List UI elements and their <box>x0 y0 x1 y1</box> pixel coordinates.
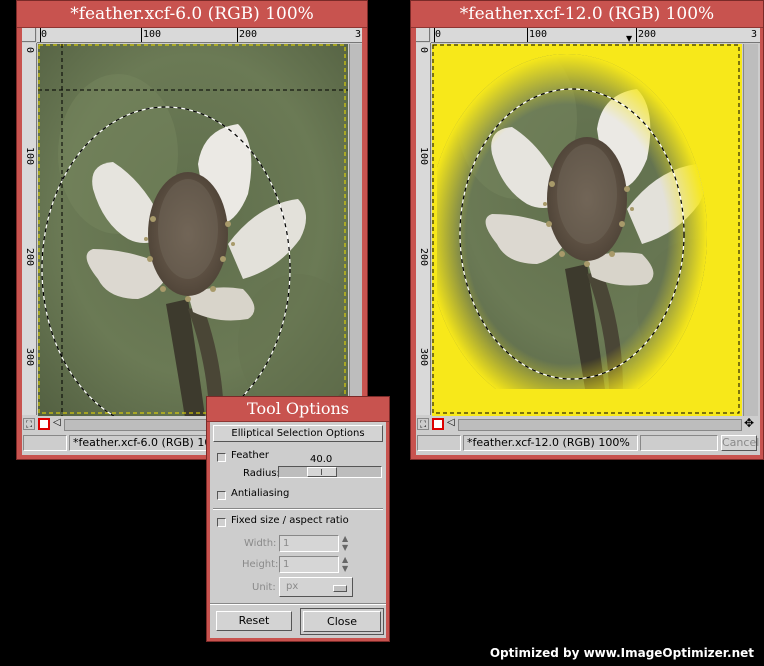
reset-button[interactable]: Reset <box>216 611 292 631</box>
image-canvas[interactable] <box>38 44 348 416</box>
unit-select[interactable]: px <box>279 577 353 597</box>
ruler-tick <box>434 28 435 42</box>
ruler-label: 300 <box>24 348 35 367</box>
vertical-ruler[interactable]: 0 100 200 300 <box>416 43 431 415</box>
status-field-pointer <box>23 435 67 451</box>
cancel-button[interactable]: Cancel <box>721 435 759 451</box>
radius-value: 40.0 <box>310 454 333 465</box>
flower-photo <box>38 44 348 416</box>
window-title[interactable]: *feather.xcf-6.0 (RGB) 100% <box>17 1 367 28</box>
ruler-label: 0 <box>24 47 35 54</box>
dialog-body: Elliptical Selection Options Feather 40.… <box>210 422 386 638</box>
feather-label: Feather <box>231 450 270 461</box>
unit-value: px <box>286 581 299 592</box>
options-header: Elliptical Selection Options <box>213 425 383 442</box>
ruler-label: 0 <box>418 47 429 54</box>
quickmask-icon[interactable] <box>38 418 50 430</box>
width-input[interactable]: 1 <box>279 535 339 552</box>
close-button[interactable]: Close <box>303 611 381 632</box>
ruler-label: 200 <box>24 248 35 267</box>
separator <box>210 603 386 605</box>
antialiasing-checkbox[interactable] <box>217 491 226 500</box>
horizontal-scrollbar[interactable] <box>458 419 742 431</box>
navigate-icon[interactable]: ⛶ <box>23 418 35 430</box>
navigate-icon[interactable]: ⛶ <box>417 418 429 430</box>
vertical-ruler[interactable]: 0 100 200 300 <box>22 43 37 415</box>
ruler-tick <box>237 28 238 42</box>
radius-label: Radius: <box>243 468 280 479</box>
ruler-label: 300 <box>418 348 429 367</box>
ruler-label: 100 <box>418 147 429 166</box>
status-field-progress <box>640 435 718 451</box>
image-canvas[interactable] <box>432 44 742 416</box>
height-spin-arrows-icon[interactable]: ▲ ▼ <box>342 555 348 573</box>
ruler-label: 100 <box>24 147 35 166</box>
ruler-label: 100 <box>529 29 548 40</box>
ruler-tick <box>527 28 528 42</box>
horizontal-ruler[interactable]: 0 100 200 3 <box>37 28 362 43</box>
ruler-tick <box>141 28 142 42</box>
navigation-cross-icon[interactable]: ✥ <box>744 416 754 430</box>
ruler-label: 100 <box>143 29 162 40</box>
ruler-corner <box>22 28 36 42</box>
ruler-label: 0 <box>435 29 442 40</box>
window-title[interactable]: *feather.xcf-12.0 (RGB) 100% <box>411 1 763 28</box>
option-menu-indicator-icon <box>333 585 347 592</box>
radius-slider-handle[interactable] <box>307 467 337 477</box>
fixed-size-label: Fixed size / aspect ratio <box>231 515 349 526</box>
tool-options-dialog: Tool Options Elliptical Selection Option… <box>206 396 390 642</box>
height-input[interactable]: 1 <box>279 556 339 573</box>
image-window-right: *feather.xcf-12.0 (RGB) 100% 0 100 200 3… <box>410 0 764 460</box>
separator <box>213 508 383 510</box>
vertical-scrollbar[interactable] <box>743 44 758 416</box>
ruler-label: 200 <box>418 248 429 267</box>
status-field-image-info: *feather.xcf-12.0 (RGB) 100% <box>463 435 638 451</box>
scroll-left-arrow-icon[interactable]: ◁ <box>53 417 61 428</box>
ruler-corner <box>416 28 430 42</box>
unit-label: Unit: <box>252 582 276 593</box>
image-window-body: 0 100 200 3 ▼ 0 100 200 300 ⛶ ◁ ✥ *feath… <box>416 28 760 455</box>
horizontal-ruler[interactable]: 0 100 200 3 ▼ <box>431 28 760 43</box>
scroll-left-arrow-icon[interactable]: ◁ <box>447 417 455 428</box>
image-window-body: 0 100 200 3 0 100 200 300 ⛶ ◁ *feather.x… <box>22 28 362 455</box>
feather-checkbox[interactable] <box>217 453 226 462</box>
fixed-size-checkbox[interactable] <box>217 518 226 527</box>
ruler-label: 3 <box>751 29 758 40</box>
width-label: Width: <box>244 538 277 549</box>
status-field-pointer <box>417 435 461 451</box>
watermark-text: Optimized by www.ImageOptimizer.net <box>489 646 754 660</box>
feathered-flower-photo <box>432 44 742 416</box>
quickmask-icon[interactable] <box>432 418 444 430</box>
antialiasing-label: Antialiasing <box>231 488 290 499</box>
vertical-scrollbar[interactable] <box>349 44 362 416</box>
status-bar: *feather.xcf-12.0 (RGB) 100% Cancel <box>416 434 760 452</box>
ruler-pointer-icon: ▼ <box>626 34 633 43</box>
ruler-label: 200 <box>638 29 657 40</box>
ruler-tick <box>40 28 41 42</box>
ruler-label: 200 <box>239 29 258 40</box>
height-label: Height: <box>242 559 279 570</box>
ruler-label: 3 <box>355 29 362 40</box>
status-field-image-info: *feather.xcf-6.0 (RGB) 100% <box>69 435 224 451</box>
image-window-left: *feather.xcf-6.0 (RGB) 100% 0 100 200 3 … <box>16 0 368 460</box>
ruler-tick <box>636 28 637 42</box>
close-button-frame: Close <box>300 608 384 635</box>
bottom-bar: ⛶ ◁ ✥ <box>416 416 760 431</box>
ruler-label: 0 <box>41 29 48 40</box>
width-spin-arrows-icon[interactable]: ▲ ▼ <box>342 534 348 552</box>
radius-slider[interactable] <box>278 466 382 478</box>
dialog-title[interactable]: Tool Options <box>207 397 389 422</box>
